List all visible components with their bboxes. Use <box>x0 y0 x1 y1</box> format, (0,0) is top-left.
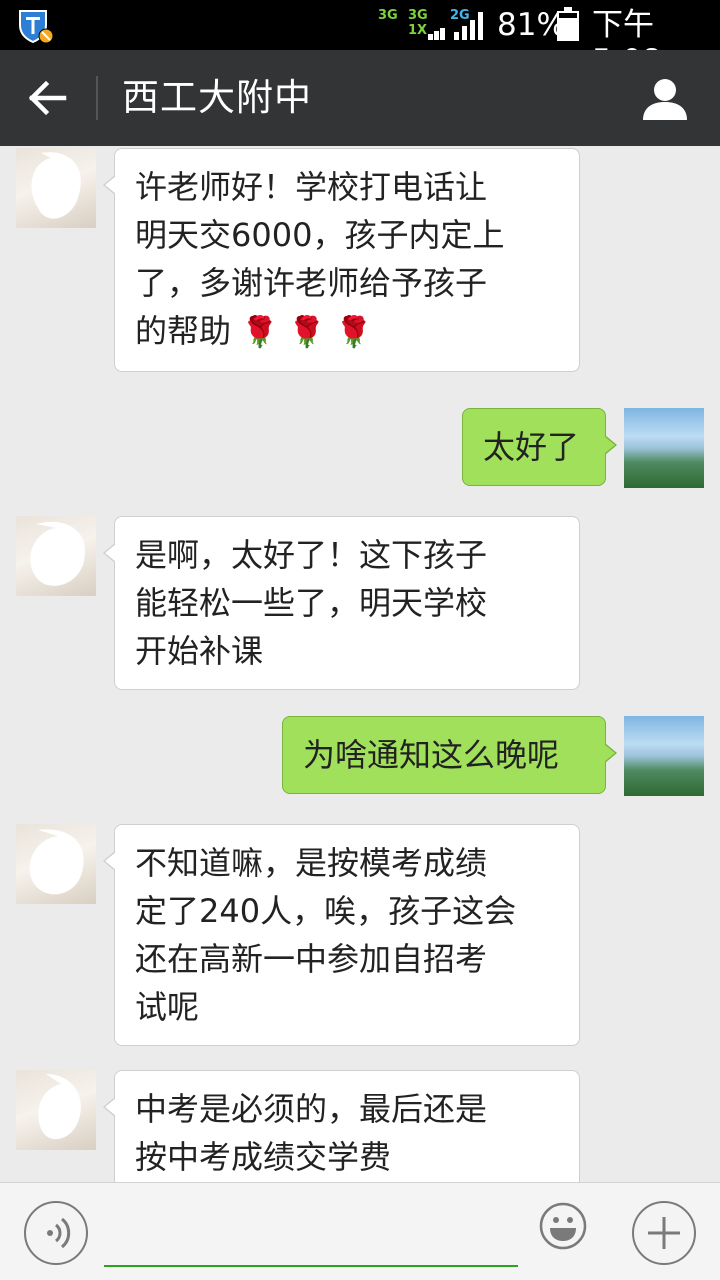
signal-icon <box>428 12 448 40</box>
message-bubble-incoming[interactable]: 是啊，太好了！这下孩子 能轻松一些了，明天学校 开始补课 <box>103 516 580 690</box>
message-bubble-outgoing[interactable]: 为啥通知这么晚呢 <box>282 716 617 794</box>
message-line: 明天交6000，孩子内定上 <box>135 216 505 254</box>
message-list[interactable]: 许老师好！学校打电话让 明天交6000，孩子内定上 了，多谢许老师给予孩子 的帮… <box>0 146 720 1182</box>
message-line: 许老师好！学校打电话让 <box>135 168 488 206</box>
message-bubble-outgoing[interactable]: 太好了 <box>462 408 617 486</box>
signal-icon <box>454 12 488 40</box>
shield-icon <box>19 10 54 44</box>
message-input[interactable] <box>104 1203 518 1267</box>
battery-level <box>559 17 577 39</box>
input-bar <box>0 1182 720 1280</box>
network-label: 1X <box>408 23 428 38</box>
network-label: 3G <box>408 8 428 23</box>
network-type-1: 3G <box>378 8 398 23</box>
message-line: 是啊，太好了！这下孩子 <box>135 536 488 574</box>
network-type-2: 3G 1X <box>408 8 428 38</box>
my-avatar[interactable] <box>624 408 704 488</box>
message-line: 的帮助 🌹 🌹 🌹 <box>135 307 559 357</box>
message-line: 为啥通知这么晚呢 <box>303 736 560 774</box>
message-line: 中考是必须的，最后还是 <box>135 1090 488 1128</box>
message-text: 的帮助 <box>135 312 232 350</box>
voice-icon <box>47 1217 71 1249</box>
chat-title: 西工大附中 <box>122 76 312 119</box>
message-bubble-incoming[interactable]: 不知道嘛，是按模考成绩 定了240人，唉，孩子这会 还在高新一中参加自招考 试呢 <box>103 824 580 1046</box>
battery-icon <box>557 7 579 41</box>
message-line: 定了240人，唉，孩子这会 <box>135 892 517 930</box>
contact-avatar[interactable] <box>16 824 96 904</box>
contact-avatar[interactable] <box>16 516 96 596</box>
header-divider <box>96 76 98 120</box>
plus-button[interactable] <box>632 1201 696 1265</box>
message-line: 能轻松一些了，明天学校 <box>135 584 488 622</box>
message-line: 试呢 <box>135 988 200 1026</box>
profile-icon[interactable] <box>640 74 690 124</box>
rose-emoji: 🌹 🌹 🌹 <box>241 315 373 350</box>
message-line: 开始补课 <box>135 632 264 670</box>
message-bubble-incoming[interactable]: 中考是必须的，最后还是 按中考成绩交学费 <box>103 1070 580 1182</box>
contact-avatar[interactable] <box>16 148 96 228</box>
message-line: 不知道嘛，是按模考成绩 <box>135 844 488 882</box>
voice-button[interactable] <box>24 1201 88 1265</box>
message-line: 太好了 <box>483 428 580 466</box>
status-bar: 3G 3G 1X 2G 81% 下午5:08 <box>0 0 720 79</box>
my-avatar[interactable] <box>624 716 704 796</box>
contact-avatar[interactable] <box>16 1070 96 1150</box>
battery-percent: 81% <box>497 7 566 43</box>
message-line: 了，多谢许老师给予孩子 <box>135 264 488 302</box>
network-label: 3G <box>378 8 398 23</box>
plus-icon <box>648 1217 680 1249</box>
emoji-icon[interactable] <box>538 1201 588 1251</box>
back-arrow-icon[interactable] <box>20 72 76 124</box>
message-line: 按中考成绩交学费 <box>135 1138 392 1176</box>
message-bubble-incoming[interactable]: 许老师好！学校打电话让 明天交6000，孩子内定上 了，多谢许老师给予孩子 的帮… <box>103 148 580 372</box>
chat-header: 西工大附中 <box>0 50 720 146</box>
message-line: 还在高新一中参加自招考 <box>135 940 488 978</box>
